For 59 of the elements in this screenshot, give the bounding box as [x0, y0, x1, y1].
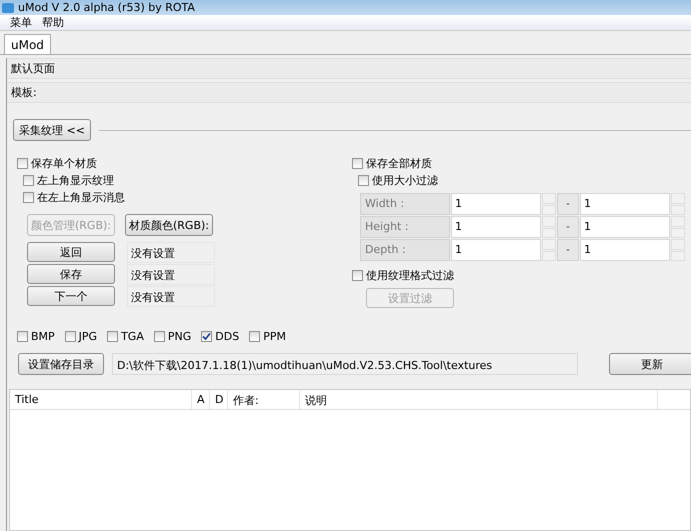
value-field: 没有设置	[127, 286, 215, 307]
refresh-button[interactable]: 更新	[609, 353, 691, 375]
column-header[interactable]: A	[192, 390, 210, 409]
min-field[interactable]: 1	[451, 216, 541, 238]
path-field: D:\软件下载\2017.1.18(1)\umodtihuan\uMod.V2.53.CHS.Tool\textures	[112, 353, 578, 375]
range-separator: -	[557, 216, 579, 238]
tab[interactable]: uMod	[4, 34, 51, 54]
min-field[interactable]: 1	[451, 193, 541, 215]
max-field[interactable]: 1	[580, 193, 670, 215]
size-label: Depth :	[360, 239, 450, 261]
checkbox-label: 左上角显示纹理	[37, 173, 114, 188]
checkbox-label: 保存单个材质	[31, 156, 97, 171]
action-button[interactable]: 保存	[27, 264, 115, 284]
template-label: 模板:	[7, 82, 691, 103]
checkbox[interactable]	[64, 331, 76, 342]
color-button[interactable]: 材质颜色(RGB):	[125, 214, 213, 236]
checkbox[interactable]	[352, 158, 363, 169]
checkbox-label: 保存全部材质	[366, 156, 432, 171]
checkbox-label: 在左上角显示消息	[37, 190, 125, 205]
max-field[interactable]: 1	[580, 216, 670, 238]
checkbox[interactable]	[23, 192, 34, 203]
checkbox-label: 使用纹理格式过滤	[366, 268, 454, 283]
format-label: PNG	[168, 330, 192, 343]
collapse-button[interactable]: 采集纹理 <<	[13, 119, 91, 141]
checkbox[interactable]	[17, 331, 28, 342]
checkbox[interactable]	[17, 158, 28, 169]
app-icon	[2, 2, 14, 12]
set-folder-button[interactable]: 设置储存目录	[18, 353, 104, 375]
window-title: uMod V 2.0 alpha (r53) by ROTA	[18, 1, 195, 14]
format-label: JPG	[78, 330, 98, 343]
column-header[interactable]: Title	[10, 390, 192, 409]
action-button[interactable]: 下一个	[27, 286, 115, 306]
size-label: Width :	[360, 193, 450, 215]
action-button[interactable]: 返回	[27, 242, 115, 262]
value-field: 没有设置	[127, 242, 215, 263]
checkbox[interactable]	[358, 175, 369, 186]
column-header[interactable]: D	[210, 390, 228, 409]
column-header[interactable]: 说明	[300, 390, 658, 409]
menu-item[interactable]: 帮助	[42, 15, 64, 30]
min-field[interactable]: 1	[451, 239, 541, 261]
column-header[interactable]: 作者:	[228, 390, 300, 409]
checkbox-label: 使用大小过滤	[372, 173, 438, 188]
checkbox[interactable]	[154, 331, 165, 342]
format-label: DDS	[215, 330, 240, 343]
page-label: 默认页面	[7, 58, 691, 79]
checkbox[interactable]	[201, 331, 212, 342]
value-field: 没有设置	[127, 264, 215, 285]
range-separator: -	[557, 239, 579, 261]
checkbox[interactable]	[352, 270, 363, 281]
checkbox[interactable]	[23, 175, 34, 186]
format-label: TGA	[121, 330, 144, 343]
menu-item[interactable]: 菜单	[10, 15, 32, 30]
checkbox[interactable]	[107, 331, 118, 342]
max-field[interactable]: 1	[580, 239, 670, 261]
size-label: Height :	[360, 216, 450, 238]
checkbox[interactable]	[249, 331, 260, 342]
format-label: PPM	[263, 330, 286, 343]
range-separator: -	[557, 193, 579, 215]
format-label: BMP	[31, 330, 55, 343]
